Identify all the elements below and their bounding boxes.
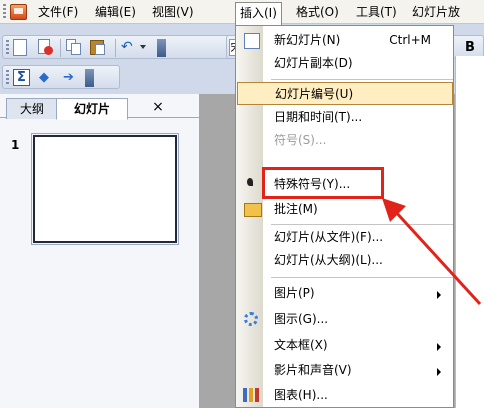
special-symbol-icon (247, 178, 253, 186)
toolbar-overflow-icon[interactable] (85, 69, 94, 87)
menubar-grip[interactable] (3, 4, 6, 20)
menu-file[interactable]: 文件(F) (34, 2, 82, 22)
menu-item-slide-number[interactable]: 幻灯片编号(U) (237, 82, 453, 105)
demote-icon[interactable]: ➔ (63, 69, 80, 86)
submenu-arrow-icon (437, 368, 441, 376)
slide-thumbnail[interactable] (31, 133, 179, 245)
toolbar-separator (115, 39, 116, 57)
powerpoint-app-icon[interactable] (10, 4, 27, 20)
toolbar-grip[interactable] (6, 70, 9, 85)
annotation-arrow-icon (382, 198, 482, 306)
menu-item-duplicate-slide[interactable]: 幻灯片副本(D) (237, 52, 453, 75)
shortcut-text: Ctrl+M (389, 33, 431, 47)
standard-toolbar: ↶ (2, 35, 232, 59)
annotation-highlight-box (262, 167, 384, 199)
new-slide-icon (244, 33, 260, 49)
menu-item-chart[interactable]: 图表(H)... (237, 384, 453, 407)
tab-outline[interactable]: 大纲 (6, 98, 58, 119)
toolbar-grip[interactable] (6, 40, 9, 55)
menu-slideshow[interactable]: 幻灯片放 (408, 2, 464, 22)
menu-view[interactable]: 视图(V) (148, 2, 198, 22)
menu-tools[interactable]: 工具(T) (352, 2, 401, 22)
toolbar-overflow-icon[interactable] (157, 39, 166, 57)
menu-item-date-time[interactable]: 日期和时间(T)... (237, 106, 453, 129)
slide-number: 1 (11, 138, 20, 152)
outline-toolbar: Σ ◆ ➔ (2, 65, 120, 89)
toolbar-separator (60, 39, 61, 57)
menu-item-movies-sounds[interactable]: 影片和声音(V) (237, 359, 453, 382)
submenu-arrow-icon (437, 343, 441, 351)
menu-edit[interactable]: 编辑(E) (91, 2, 140, 22)
menu-bar: 文件(F) 编辑(E) 视图(V) 插入(I) 格式(O) 工具(T) 幻灯片放 (0, 0, 484, 25)
menu-item-text-box[interactable]: 文本框(X) (237, 334, 453, 357)
menu-item-new-slide[interactable]: 新幻灯片(N) Ctrl+M (237, 29, 453, 52)
new-document-icon[interactable] (13, 39, 27, 56)
open-document-icon[interactable] (37, 39, 54, 56)
close-pane-icon[interactable]: × (150, 98, 166, 116)
undo-icon[interactable]: ↶ (121, 39, 138, 56)
diagram-icon (244, 312, 258, 326)
menu-item-diagram[interactable]: 图示(G)... (237, 308, 453, 331)
menu-separator (271, 79, 453, 80)
comment-icon (244, 203, 262, 217)
sum-icon[interactable]: Σ (13, 69, 30, 86)
tab-slides[interactable]: 幻灯片 (56, 98, 128, 120)
menu-item-symbol[interactable]: 符号(S)... (237, 129, 453, 152)
undo-dropdown-icon[interactable] (140, 45, 146, 49)
chart-icon (243, 388, 259, 402)
copy-icon[interactable] (66, 39, 83, 56)
paste-icon[interactable] (89, 38, 106, 55)
promote-icon[interactable]: ◆ (39, 69, 56, 86)
bold-button[interactable]: B (465, 39, 477, 56)
menu-insert[interactable]: 插入(I) (235, 2, 282, 25)
menu-format[interactable]: 格式(O) (292, 2, 343, 22)
